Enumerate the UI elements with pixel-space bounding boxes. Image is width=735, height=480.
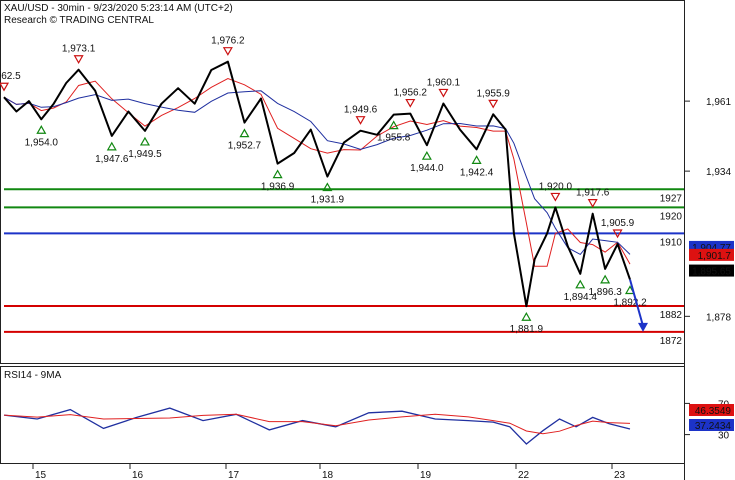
pivot-low-marker: [36, 125, 47, 134]
pivot-high-label: 1,973.1: [62, 44, 96, 55]
pivot-high-label: 1,962.5: [0, 71, 21, 82]
pivot-high-marker: [405, 98, 416, 108]
rsi-ma-line: [3, 413, 631, 435]
price-tick-label: 1,934: [706, 167, 731, 178]
pivot-high-label: 1,949.6: [344, 105, 378, 116]
date-tick-label: 22: [518, 470, 530, 480]
pivot-low-label: 1,952.7: [228, 141, 262, 152]
pivot-high-marker: [0, 82, 10, 92]
level-label-1910: 1910: [660, 237, 683, 248]
pivot-low-marker: [521, 312, 532, 321]
pivot-low-label: 1,949.5: [128, 149, 162, 160]
date-tick-label: 15: [35, 470, 47, 480]
chart-credit: Research © TRADING CENTRAL: [4, 15, 154, 26]
level-label-1927: 1927: [660, 193, 683, 204]
level-label-1882: 1882: [660, 310, 683, 321]
date-tick-label: 17: [228, 470, 240, 480]
pivot-high-marker: [550, 192, 561, 202]
pivot-high-marker: [355, 116, 366, 125]
date-tick-label: 19: [420, 470, 432, 480]
pivot-low-marker: [239, 128, 250, 138]
level-label-1920: 1920: [660, 211, 683, 222]
price-panel-frame: [0, 0, 685, 364]
pivot-high-label: 1,917.6: [576, 188, 610, 199]
moving-average-slow: [3, 90, 631, 256]
rsi-value-label: 46.3549: [695, 406, 732, 417]
pivot-high-label: 1,960.1: [427, 77, 461, 88]
pivot-low-label: 1,936.9: [261, 182, 295, 193]
pivot-high-label: 1,955.9: [477, 88, 511, 99]
pivot-low-label: 1,892.2: [613, 298, 647, 309]
pivot-low-marker: [600, 274, 611, 284]
pivot-high-label: 1,976.2: [211, 36, 245, 47]
rsi-layer: 703046.354937.2434: [3, 399, 734, 445]
pivot-high-label: 1,920.0: [539, 181, 573, 192]
pivot-high-label: 1,956.2: [394, 88, 428, 99]
pivot-low-label: 1,944.0: [410, 163, 444, 174]
pivot-low-marker: [388, 120, 399, 130]
pivot-high-marker: [488, 99, 499, 109]
rsi-title: RSI14 - 9MA: [4, 370, 62, 381]
pivot-low-label: 1,896.3: [588, 287, 622, 298]
pivot-low-label: 1,931.9: [311, 195, 345, 206]
pivot-low-marker: [575, 279, 586, 289]
pivot-low-label: 1,954.0: [25, 137, 59, 148]
pivot-low-marker: [106, 141, 117, 151]
level-label-1872: 1872: [660, 336, 683, 347]
rsi-tick-label: 30: [718, 431, 730, 442]
target-arrow-head: [638, 322, 648, 332]
pivot-high-marker: [587, 199, 598, 208]
date-tick-label: 23: [614, 470, 626, 480]
chart-canvas: XAU/USD - 30min - 9/23/2020 5:23:14 AM (…: [0, 0, 734, 480]
price-value-label: 1,895.65: [692, 267, 731, 278]
rsi-panel-frame: [0, 366, 685, 464]
pivot-low-marker: [139, 136, 150, 146]
price-value-label: 1,901.7: [698, 251, 732, 262]
moving-averages-layer: [3, 77, 631, 267]
date-tick-label: 18: [322, 470, 334, 480]
pivot-low-marker: [471, 155, 482, 164]
chart-title: XAU/USD - 30min - 9/23/2020 5:23:14 AM (…: [4, 3, 233, 14]
moving-average-fast: [3, 77, 631, 267]
pivot-high-marker: [438, 88, 449, 98]
price-tick-label: 1,961: [706, 97, 731, 108]
rsi-line: [3, 407, 631, 445]
date-tick-label: 16: [132, 470, 144, 480]
pivot-low-label: 1,955.8: [377, 133, 411, 144]
price-line-layer: [3, 60, 631, 308]
pivot-low-label: 1,881.9: [510, 324, 544, 335]
pivot-high-label: 1,905.9: [601, 218, 635, 229]
pivot-high-marker: [222, 47, 233, 56]
rsi-value-label: 37.2434: [695, 421, 732, 432]
price-tick-label: 1,878: [706, 312, 731, 323]
pivot-low-label: 1,942.4: [460, 167, 494, 178]
pivot-low-marker: [421, 150, 432, 160]
pivot-low-marker: [272, 169, 283, 179]
pivot-high-marker: [73, 55, 84, 64]
price-labels-layer: 1,962.5 1,954.0 1,973.1 1,947.61,949.5 1,976…: [0, 36, 734, 335]
price-line: [3, 60, 631, 308]
pivot-low-label: 1,947.6: [95, 154, 129, 165]
